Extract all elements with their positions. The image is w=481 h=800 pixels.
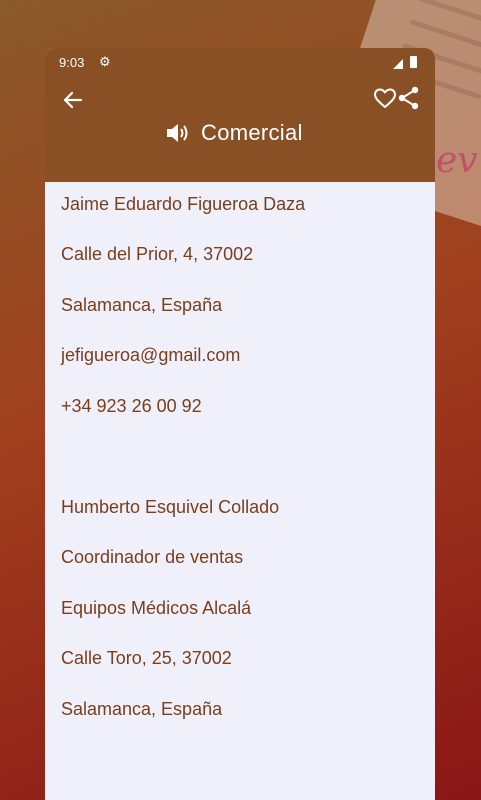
speaker-icon[interactable]: [165, 121, 191, 145]
contact-1-phone: +34 923 26 00 92: [61, 396, 202, 416]
contact-1-address: Calle del Prior, 4, 37002: [61, 244, 254, 264]
settings-icon: ⚙: [99, 54, 111, 69]
battery-icon: [410, 56, 417, 68]
contact-2-role: Coordinador de ventas: [61, 547, 244, 567]
contact-1-city: Salamanca, España: [61, 295, 223, 315]
favorite-button[interactable]: [373, 86, 397, 112]
heart-icon: [374, 88, 396, 108]
share-button[interactable]: [397, 86, 421, 112]
contact-2-name: Humberto Esquivel Collado: [61, 497, 280, 517]
back-arrow-icon: [63, 91, 83, 109]
signal-icon: [393, 59, 403, 69]
header-title-group: Comercial: [165, 118, 303, 148]
status-bar: 9:03 ⚙: [59, 54, 421, 74]
back-button[interactable]: [59, 86, 87, 114]
background-script: ev: [436, 140, 478, 181]
contact-2-address: Calle Toro, 25, 37002: [61, 648, 232, 668]
contact-2-company: Equipos Médicos Alcalá: [61, 598, 252, 618]
page-title: Comercial: [201, 120, 303, 145]
app-header: 9:03 ⚙ Comercial: [45, 48, 435, 182]
contact-2-city: Salamanca, España: [61, 699, 223, 719]
contact-1-name: Jaime Eduardo Figueroa Daza: [61, 194, 306, 214]
status-time: 9:03: [59, 55, 85, 70]
share-icon: [398, 86, 419, 110]
app-window: 9:03 ⚙ Comercial Jaime Eduardo Figueroa …: [45, 48, 435, 800]
contact-1-email: jefigueroa@gmail.com: [61, 345, 241, 365]
